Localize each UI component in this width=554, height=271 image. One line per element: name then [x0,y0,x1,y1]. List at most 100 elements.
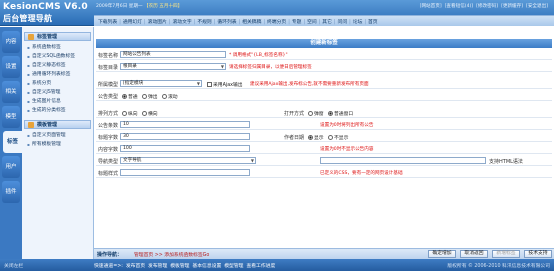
open-radio-popup[interactable]: 弹窗 [308,110,324,117]
sidebar-group-tags[interactable]: 标签管理 [24,32,91,41]
footer-link-progress[interactable]: 查看工作进度 [246,262,275,269]
new-tag-button[interactable]: 新增标签 [492,250,520,258]
sidebar-item-custom-js[interactable]: 自定义JS管理 [22,88,93,97]
sidebar-item-all-templates[interactable]: 所有模板管理 [22,140,93,149]
channel-value: [指定模块 [123,81,144,86]
count-input[interactable]: 10 [120,121,250,128]
content-len-input[interactable]: 100 [120,145,250,152]
arrange-radio-vertical[interactable]: 纵向 [122,110,138,117]
author-radio-hide[interactable]: 不显示 [328,134,348,141]
sidebar-item-custom-static[interactable]: 自定义静态标签 [22,61,93,70]
close-left-panel-link[interactable]: 关闭左栏 [4,262,23,269]
row-title-length: 标题字数 30 作者日期 显示 不显示 [96,131,552,142]
row-count: 公告条数 10 设置为0时将列出所有公告 [96,119,552,130]
tab-model[interactable]: 模型 [2,106,20,128]
type-option-popup: 弹出 [148,95,158,100]
main-panel: 创建新标签 标签名称 网站公告列表 * 调用格式"{LB_标签名称}" 标签目录… [95,27,554,248]
nav-item[interactable]: 专题 [288,18,302,25]
nav-item[interactable]: 论坛 [349,18,363,25]
tab-settings[interactable]: 设置 [2,56,20,78]
messages-link[interactable]: [查看短信(4)] [445,3,473,9]
style-label: 标题样式 [98,171,119,177]
tag-dir-value: 根目录 [123,64,137,69]
nav-item[interactable]: 滚动文字 [169,18,191,25]
type-option-scroll: 滚动 [168,95,178,100]
radio-dot [328,135,333,140]
nav-item[interactable]: 下载列表 [98,18,117,25]
sidebar-item-loop-list[interactable]: 通用循环列表标签 [22,70,93,79]
nav-item[interactable]: 终端分页 [263,18,286,25]
sidebar-item-image-info[interactable]: 生成图片信息 [22,97,93,106]
radio-dot [162,94,167,99]
sidebar-item-pagination[interactable]: 系统分页 [22,79,93,88]
type-option-normal: 普通 [128,95,138,100]
radio-dot [308,111,313,116]
logout-link[interactable]: [安全退出] [526,3,548,9]
update-cache-link[interactable]: [更新缓存] [501,3,523,9]
tab-content[interactable]: 内容 [2,31,20,53]
type-radio-scroll[interactable]: 滚动 [162,93,178,100]
quick-label: 快速通道=>: [94,264,123,269]
row-tag-name: 标签名称 网站公告列表 * 调用格式"{LB_标签名称}" [96,49,552,60]
tech-support-button[interactable]: 技术支持 [524,250,552,258]
ajax-label: 采用Ajax输出 [213,83,243,88]
sidebar-item-system-function[interactable]: 系统函数标签 [22,43,93,52]
arrange-radio-horizontal[interactable]: 横向 [142,110,158,117]
open-radio-normal[interactable]: 普通窗口 [328,110,353,117]
type-radio-normal[interactable]: 普通 [122,93,138,100]
chevron-down-icon: ▼ [250,158,254,163]
nav-item[interactable]: 首页 [364,18,378,25]
tab-tags[interactable]: 标签 [3,131,22,153]
title-len-input[interactable]: 30 [120,133,250,140]
ops-label: 操作导航： [97,252,123,258]
sidebar-item-custom-pages[interactable]: 自定义页面管理 [22,131,93,140]
operation-bar: 操作导航： 管理首页 >> 添加系统函数标签Go 确定增加 取消返回 新增标签 … [94,248,554,259]
confirm-add-button[interactable]: 确定增加 [428,250,456,258]
nav-text-input[interactable] [320,157,486,164]
footer-link-publish-manage[interactable]: 发布管理 [148,262,167,269]
nav-item[interactable]: 相关稿稿 [239,18,261,25]
nav-item[interactable]: 其它 [319,18,332,25]
nav-type-label: 导航类型 [98,159,119,165]
tag-name-label: 标签名称 [98,53,119,59]
nav-item[interactable]: 循环列表 [214,18,236,25]
type-radio-popup[interactable]: 弹出 [142,93,158,100]
nav-item[interactable]: 通用幻灯 [119,18,142,25]
title-len-label: 标题字数 [98,135,119,141]
sidebar-group-templates[interactable]: 模板管理 [24,120,91,129]
nav-item[interactable]: 问问 [334,18,348,25]
footer-link-model-manage[interactable]: 模型管理 [224,262,243,269]
breadcrumb[interactable]: 管理首页 >> 添加系统函数标签Go [134,251,209,258]
chevron-down-icon: ▼ [196,81,200,86]
style-input[interactable] [120,169,250,176]
nav-item[interactable]: 不规则 [194,18,211,25]
change-password-link[interactable]: [修改密码] [476,3,498,9]
nav-item[interactable]: 空间 [303,18,317,25]
channel-select[interactable]: [指定模块 ▼ [120,80,202,87]
tag-dir-select[interactable]: 根目录 ▼ [120,63,226,70]
footer-link-publish-home[interactable]: 发布首页 [126,262,145,269]
nav-type-select[interactable]: 文字导航 ▼ [120,157,256,164]
tab-plugins[interactable]: 插件 [2,181,20,203]
footer-link-template-manage[interactable]: 模板管理 [170,262,189,269]
home-link[interactable]: [网站首页] [420,3,442,9]
sidebar-item-custom-sql[interactable]: 自定义SQL函数标签 [22,52,93,61]
content-len-hint: 设置为0时不显示公告内容 [320,147,374,152]
lunar-date: 【农历 五月十四】 [144,4,183,9]
nav-item[interactable]: 滚动图片 [144,18,167,25]
cancel-return-button[interactable]: 取消返回 [460,250,488,258]
tab-related[interactable]: 相关 [2,81,20,103]
sidebar-item-class-tags[interactable]: 生成的分类标签 [22,106,93,115]
arrange-option-vertical: 纵向 [128,112,138,117]
checkbox-box [207,82,212,87]
radio-dot [142,94,147,99]
footer-link-basic-settings[interactable]: 基本信息设置 [192,262,221,269]
tab-users[interactable]: 用户 [2,156,20,178]
row-channel: 所属模型 [指定模块 ▼ 采用Ajax输出 建议采用Ajax输出,发布标公告,就… [96,78,552,89]
tag-nav-bar: 下载列表 通用幻灯 滚动图片 滚动文字 不规则 循环列表 相关稿稿 终端分页 专… [94,15,554,26]
ajax-checkbox[interactable]: 采用Ajax输出 [207,81,243,88]
open-label: 打开方式 [284,111,305,117]
author-radio-show[interactable]: 显示 [308,134,324,141]
arrange-label: 排列方式 [98,111,119,117]
tag-name-input[interactable]: 网站公告列表 [120,51,226,58]
